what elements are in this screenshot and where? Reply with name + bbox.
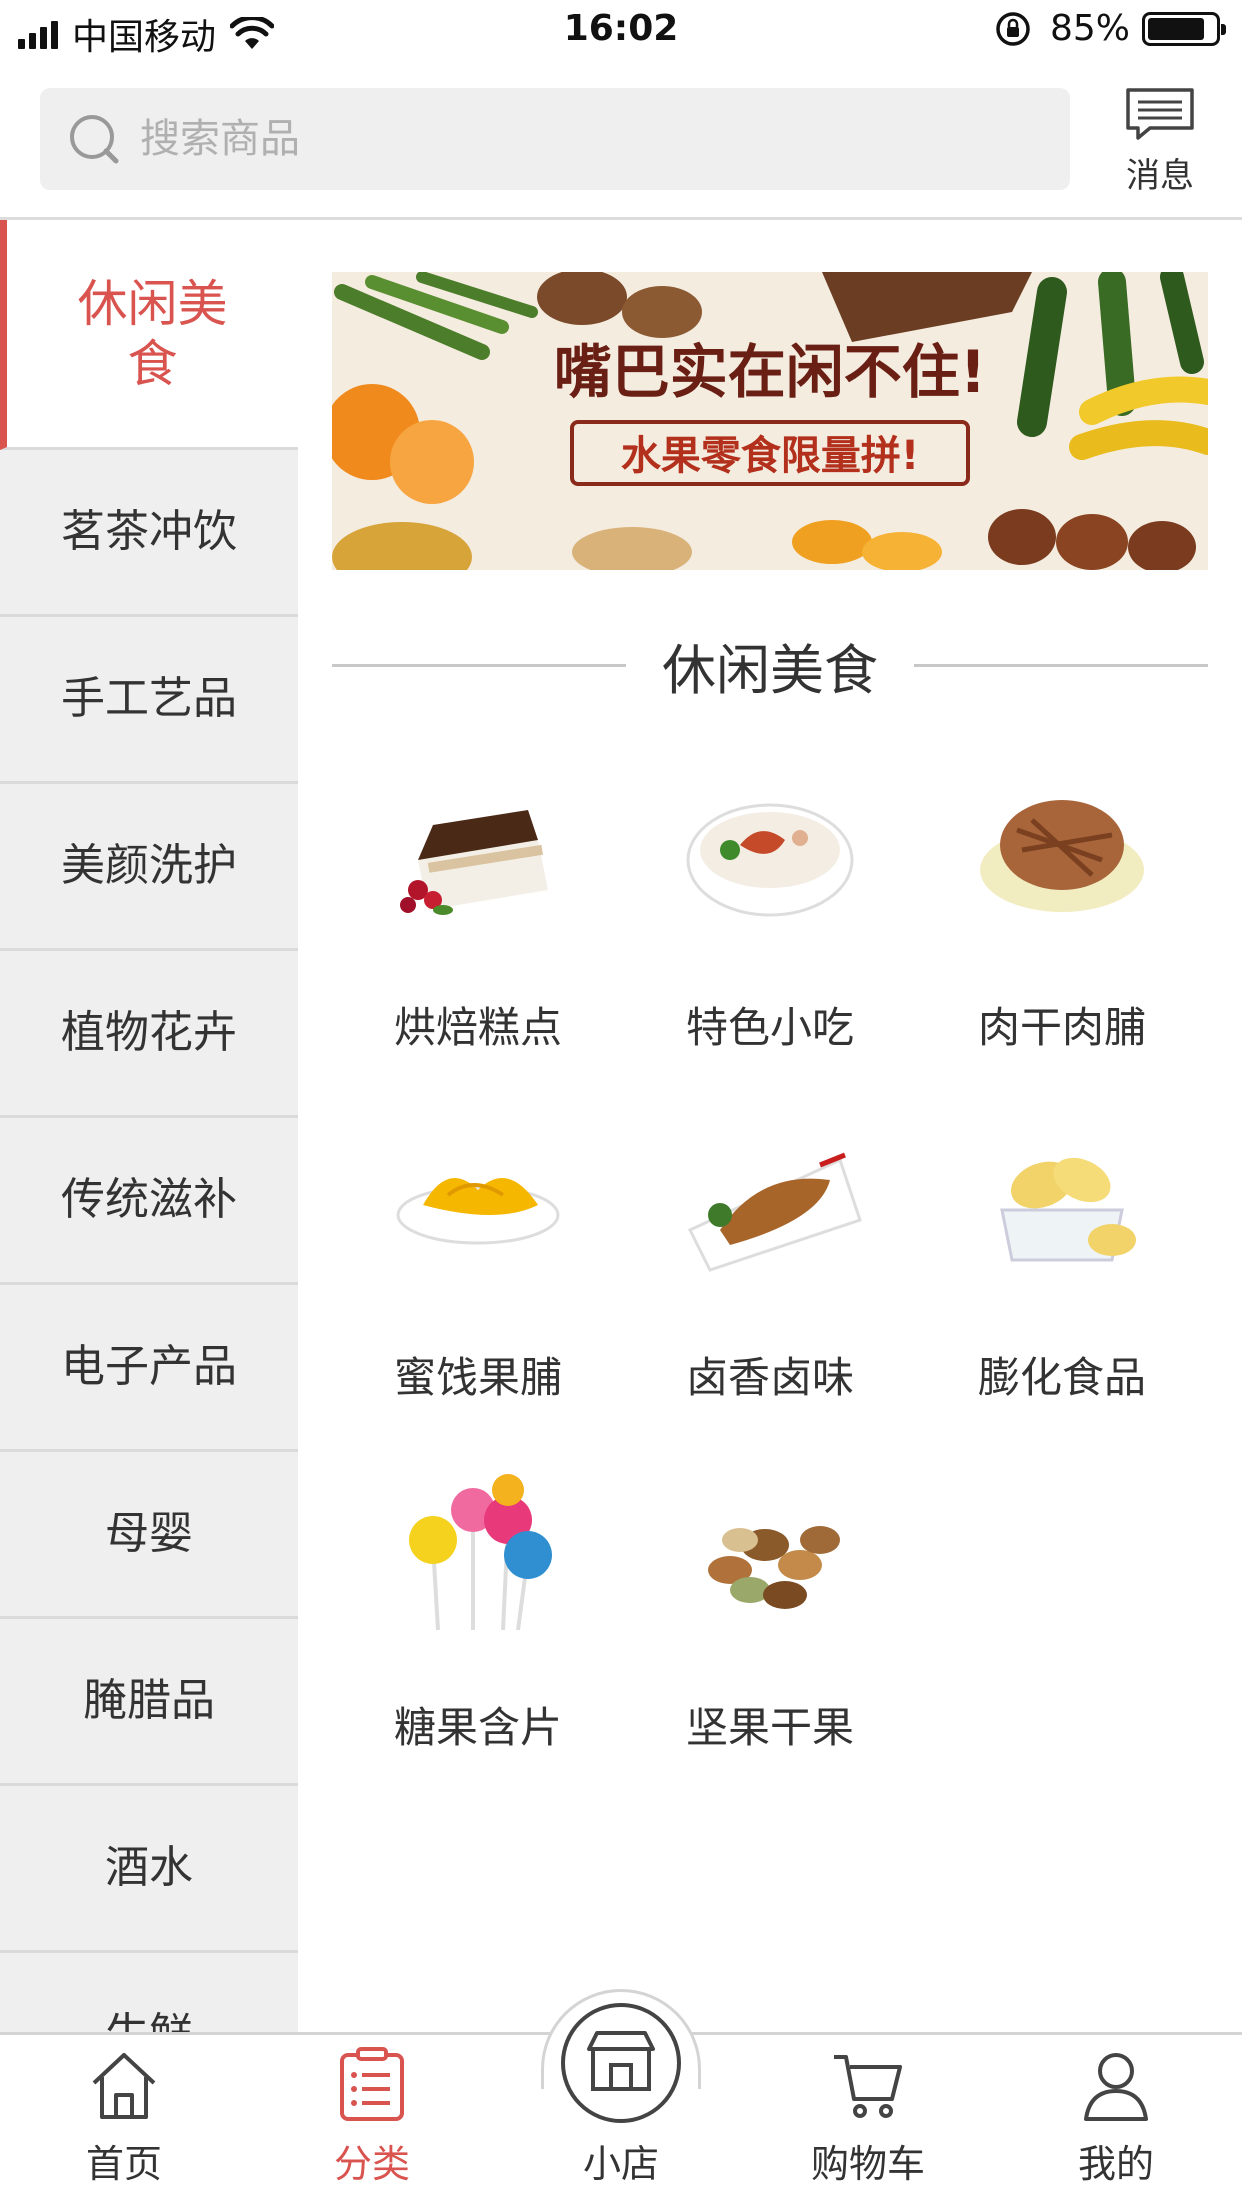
tab-category[interactable]: 分类 xyxy=(292,2045,452,2188)
snack-bowl-icon xyxy=(686,803,854,917)
nuts-icon xyxy=(708,1526,840,1609)
message-button[interactable]: 消息 xyxy=(1116,86,1204,197)
tab-profile[interactable]: 我的 xyxy=(1036,2045,1196,2188)
subcategory-label: 特色小吃 xyxy=(685,1003,854,1052)
banner-illustration: 嘴巴实在闲不住! 水果零食限量拼! xyxy=(332,272,1208,570)
battery-icon xyxy=(1142,11,1226,46)
tab-store[interactable]: 小店 xyxy=(541,1999,701,2188)
rotation-lock-icon xyxy=(996,11,1030,46)
cart-icon xyxy=(834,2055,902,2118)
braised-duck-icon xyxy=(687,1152,862,1272)
dried-fruit-icon xyxy=(396,1178,560,1245)
banner-subline: 水果零食限量拼! xyxy=(621,433,919,479)
sidebar-item-label: 母婴 xyxy=(105,1507,193,1559)
search-bar[interactable] xyxy=(40,88,1070,190)
banner-headline: 嘴巴实在闲不住! xyxy=(554,338,986,406)
search-icon xyxy=(70,115,119,164)
tab-cart[interactable]: 购物车 xyxy=(788,2045,948,2188)
tab-home[interactable]: 首页 xyxy=(44,2045,204,2188)
sidebar-item-label: 手工艺品 xyxy=(61,672,237,724)
subcategory-label: 坚果干果 xyxy=(685,1703,854,1752)
sidebar-item-label: 生鲜 xyxy=(105,2009,193,2032)
sidebar-item-tonics[interactable]: 传统滋补 xyxy=(0,1118,298,1285)
subcategory-candy[interactable]: 糖果含片 xyxy=(332,1450,624,1752)
subcategory-jerky[interactable]: 肉干肉脯 xyxy=(916,750,1208,1052)
subcategory-puffed[interactable]: 膨化食品 xyxy=(916,1100,1208,1402)
sidebar-item-label: 植物花卉 xyxy=(61,1006,237,1058)
sidebar-item-label: 传统滋补 xyxy=(61,1173,237,1225)
home-icon xyxy=(92,2053,156,2119)
store-icon xyxy=(561,2003,681,2123)
subcategory-bakery[interactable]: 烘焙糕点 xyxy=(332,750,624,1052)
subcategory-label: 糖果含片 xyxy=(393,1703,562,1752)
subcategory-label: 烘焙糕点 xyxy=(393,1003,562,1052)
subcategory-label: 膨化食品 xyxy=(977,1353,1146,1402)
subcategory-label: 蜜饯果脯 xyxy=(393,1353,562,1402)
section-header: 休闲美食 xyxy=(332,620,1208,710)
sidebar-item-mother-baby[interactable]: 母婴 xyxy=(0,1452,298,1619)
sidebar-item-casual-food[interactable]: 休闲美食 xyxy=(0,220,298,450)
lollipop-icon xyxy=(409,1474,552,1631)
sidebar-item-plants-flowers[interactable]: 植物花卉 xyxy=(0,951,298,1118)
cake-icon xyxy=(400,810,548,915)
sidebar-item-electronics[interactable]: 电子产品 xyxy=(0,1285,298,1452)
search-input[interactable] xyxy=(140,116,1020,162)
tab-label: 分类 xyxy=(333,2142,410,2186)
sidebar-item-alcohol[interactable]: 酒水 xyxy=(0,1786,298,1953)
sidebar-item-handicrafts[interactable]: 手工艺品 xyxy=(0,617,298,784)
chips-icon xyxy=(1000,1157,1136,1262)
profile-icon xyxy=(1084,2053,1148,2121)
message-icon xyxy=(1126,88,1194,140)
subcategory-label: 卤香卤味 xyxy=(685,1353,854,1402)
sidebar-item-label: 酒水 xyxy=(105,1841,193,1893)
sidebar-item-label: 腌腊品 xyxy=(83,1674,215,1726)
subcategory-local-snacks[interactable]: 特色小吃 xyxy=(624,750,916,1052)
category-icon xyxy=(340,2047,404,2121)
subcategory-candied-fruit[interactable]: 蜜饯果脯 xyxy=(332,1100,624,1402)
tab-label: 我的 xyxy=(1077,2142,1154,2186)
divider xyxy=(914,663,1208,667)
battery-percent: 85% xyxy=(1049,8,1130,49)
message-label: 消息 xyxy=(1126,156,1194,196)
sidebar-item-label: 茗茶冲饮 xyxy=(61,505,237,557)
status-bar: 中国移动 16:02 85% xyxy=(0,0,1242,62)
sidebar-item-label: 电子产品 xyxy=(61,1340,237,1392)
subcategory-nuts[interactable]: 坚果干果 xyxy=(624,1450,916,1752)
promo-banner[interactable]: 嘴巴实在闲不住! 水果零食限量拼! xyxy=(332,272,1208,570)
subcategory-braised[interactable]: 卤香卤味 xyxy=(624,1100,916,1402)
category-sidebar: 休闲美食 茗茶冲饮 手工艺品 美颜洗护 植物花卉 传统滋补 电子产品 母婴 腌腊… xyxy=(0,220,298,2032)
category-content: 嘴巴实在闲不住! 水果零食限量拼! 休闲美食 烘焙糕点 特色小吃 肉干肉脯 蜜饯… xyxy=(298,220,1242,2032)
section-title: 休闲美食 xyxy=(662,638,878,702)
divider xyxy=(332,663,626,667)
bottom-tab-bar: 首页 分类 小店 购物车 我的 xyxy=(0,1989,1242,2208)
sidebar-item-beauty-care[interactable]: 美颜洗护 xyxy=(0,784,298,951)
top-header: 消息 xyxy=(0,62,1242,220)
sidebar-item-fresh[interactable]: 生鲜 xyxy=(0,1953,298,2032)
tab-label: 购物车 xyxy=(810,2142,925,2186)
tab-label: 首页 xyxy=(85,2142,162,2186)
sidebar-item-label: 美颜洗护 xyxy=(61,839,237,891)
sidebar-item-tea-drinks[interactable]: 茗茶冲饮 xyxy=(0,450,298,617)
subcategory-label: 肉干肉脯 xyxy=(977,1003,1146,1052)
sidebar-item-label: 休闲美食 xyxy=(77,274,228,393)
sidebar-item-cured-meats[interactable]: 腌腊品 xyxy=(0,1619,298,1786)
jerky-icon xyxy=(980,800,1144,912)
tab-label: 小店 xyxy=(582,2142,659,2186)
